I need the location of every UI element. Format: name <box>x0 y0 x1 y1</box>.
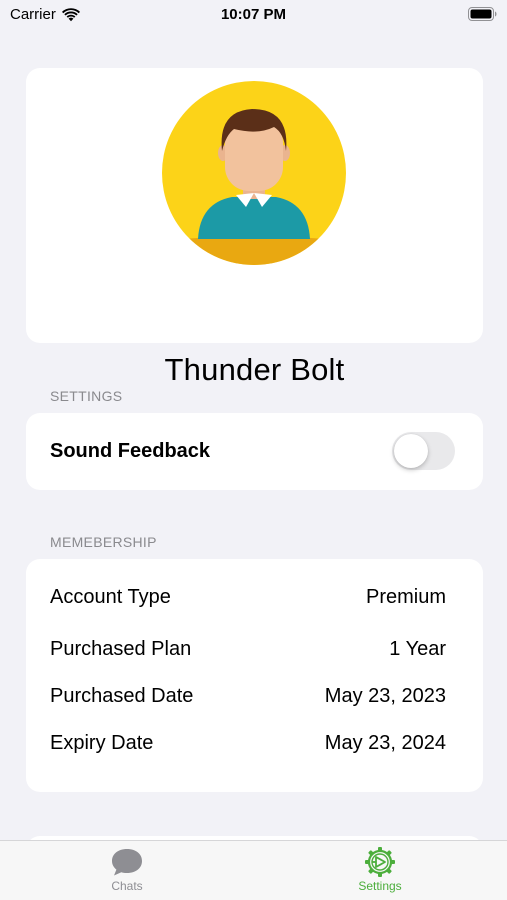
status-bar: Carrier 10:07 PM <box>0 0 507 30</box>
battery-icon <box>468 7 497 21</box>
settings-section-header: SETTINGS <box>50 388 123 404</box>
profile-name: Thunder Bolt <box>164 352 345 387</box>
settings-gear-icon <box>365 847 395 877</box>
membership-row-expiry-date: Expiry Date May 23, 2024 <box>50 732 446 758</box>
settings-card: Sound Feedback <box>26 413 483 490</box>
person-avatar-icon[interactable] <box>162 81 346 265</box>
membership-row-account-type: Account Type Premium <box>50 586 446 612</box>
toggle-knob <box>394 434 428 468</box>
profile-card: Thunder Bolt <box>26 68 483 387</box>
row-value: 1 Year <box>389 638 446 660</box>
status-time: 10:07 PM <box>220 6 287 23</box>
sound-feedback-toggle[interactable] <box>392 432 455 470</box>
membership-section-header: MEMEBERSHIP <box>50 534 157 550</box>
sound-feedback-label: Sound Feedback <box>50 440 211 462</box>
tab-bar: Chats Settings <box>0 840 507 900</box>
membership-card: Account Type Premium Purchased Plan 1 Ye… <box>26 559 483 792</box>
row-value: May 23, 2023 <box>324 685 446 707</box>
membership-row-purchased-plan: Purchased Plan 1 Year <box>50 638 446 664</box>
row-label: Purchased Date <box>50 685 194 707</box>
tab-chats-label: Chats <box>111 879 143 893</box>
tab-settings[interactable]: Settings <box>320 841 440 900</box>
row-label: Expiry Date <box>50 732 154 754</box>
row-label: Account Type <box>50 586 171 608</box>
chat-bubble-icon <box>112 849 142 876</box>
row-value: Premium <box>365 586 446 608</box>
tab-chats[interactable]: Chats <box>67 841 187 900</box>
row-label: Purchased Plan <box>50 638 192 660</box>
membership-row-purchased-date: Purchased Date May 23, 2023 <box>50 685 446 711</box>
tab-settings-label: Settings <box>358 879 402 893</box>
row-value: May 23, 2024 <box>324 732 446 754</box>
